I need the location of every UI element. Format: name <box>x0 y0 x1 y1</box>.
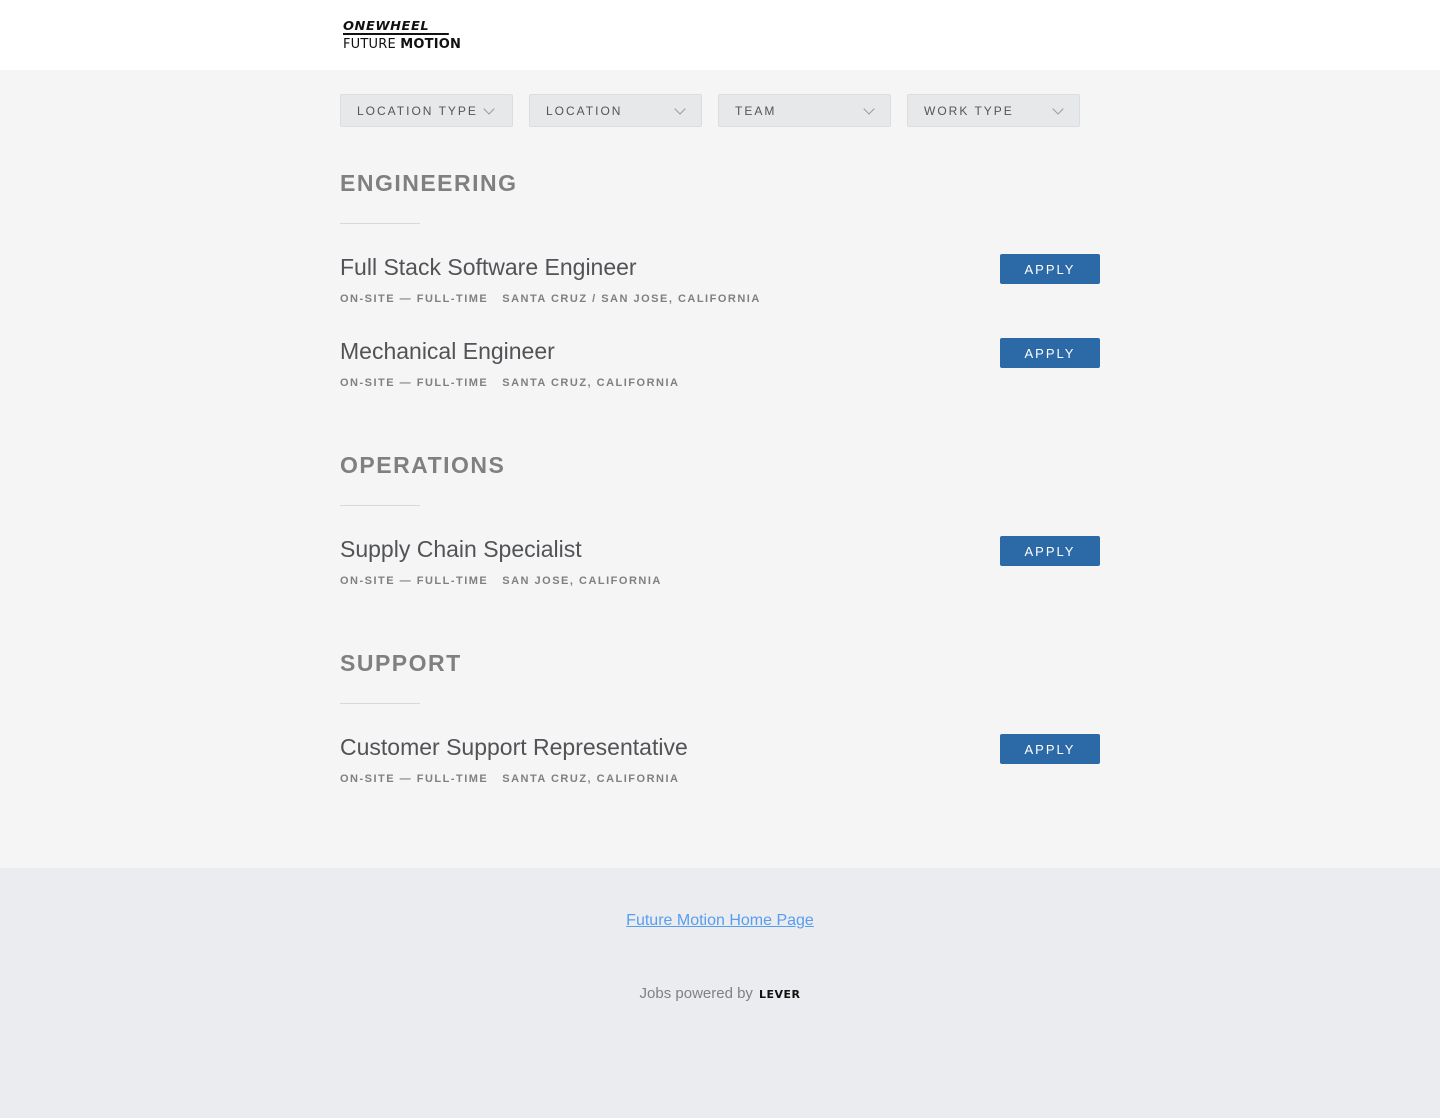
home-link-wrapper: Future Motion Home Page <box>0 912 1440 930</box>
filter-bar: LOCATION TYPE LOCATION TEAM WORK TYPE <box>340 94 1080 127</box>
posting: Mechanical Engineer ON-SITE — FULL-TIME S… <box>340 338 1100 422</box>
lever-logo[interactable]: LEVER <box>759 988 801 1001</box>
postings-content: LOCATION TYPE LOCATION TEAM WORK TYPE EN… <box>0 70 1440 868</box>
logo-wordmark: ONEWHEEL <box>343 20 449 35</box>
posting-title[interactable]: Customer Support Representative <box>340 734 688 761</box>
filter-label: LOCATION <box>546 103 623 118</box>
posting-meta: ON-SITE — FULL-TIME SANTA CRUZ, CALIFORNI… <box>340 377 679 389</box>
posting: Customer Support Representative ON-SITE … <box>340 734 1100 818</box>
posting-commitment: ON-SITE — FULL-TIME <box>340 773 489 785</box>
logo-subtitle: FUTURE MOTION <box>343 37 462 52</box>
group-title: ENGINEERING <box>340 170 518 196</box>
posting-location: SANTA CRUZ, CALIFORNIA <box>502 377 680 389</box>
posting-meta: ON-SITE — FULL-TIME SAN JOSE, CALIFORNIA <box>340 575 662 587</box>
filter-label: LOCATION TYPE <box>357 103 478 118</box>
apply-button[interactable]: APPLY <box>1000 338 1100 368</box>
posting-location: SANTA CRUZ / SAN JOSE, CALIFORNIA <box>502 293 761 305</box>
posting: Full Stack Software Engineer ON-SITE — F… <box>340 254 1100 338</box>
page-footer: Future Motion Home Page Jobs powered by L… <box>0 868 1440 1118</box>
posting: Supply Chain Specialist ON-SITE — FULL-T… <box>340 536 1100 620</box>
posting-commitment: ON-SITE — FULL-TIME <box>340 293 489 305</box>
group-title: OPERATIONS <box>340 452 506 478</box>
group-engineering: ENGINEERING Full Stack Software Engineer… <box>340 170 1100 422</box>
posting-meta: ON-SITE — FULL-TIME SANTA CRUZ / SAN JOSE… <box>340 293 761 305</box>
apply-button[interactable]: APPLY <box>1000 536 1100 566</box>
posting-commitment: ON-SITE — FULL-TIME <box>340 377 489 389</box>
page-header: ONEWHEEL FUTURE MOTION <box>0 0 1440 70</box>
chevron-down-icon <box>1052 103 1064 115</box>
posting-location: SAN JOSE, CALIFORNIA <box>502 575 662 587</box>
group-support: SUPPORT Customer Support Representative … <box>340 650 1100 818</box>
apply-button[interactable]: APPLY <box>1000 254 1100 284</box>
powered-by: Jobs powered by LEVER <box>0 985 1440 1002</box>
posting-title[interactable]: Full Stack Software Engineer <box>340 254 637 281</box>
filter-label: TEAM <box>735 103 777 118</box>
onewheel-future-motion-logo[interactable]: ONEWHEEL FUTURE MOTION <box>343 20 461 51</box>
filter-label: WORK TYPE <box>924 103 1014 118</box>
posting-title[interactable]: Supply Chain Specialist <box>340 536 582 563</box>
group-title: SUPPORT <box>340 650 462 676</box>
chevron-down-icon <box>674 103 686 115</box>
filter-location-type[interactable]: LOCATION TYPE <box>340 94 513 127</box>
chevron-down-icon <box>863 103 875 115</box>
filter-team[interactable]: TEAM <box>718 94 891 127</box>
posting-meta: ON-SITE — FULL-TIME SANTA CRUZ, CALIFORNI… <box>340 773 679 785</box>
apply-button[interactable]: APPLY <box>1000 734 1100 764</box>
posting-title[interactable]: Mechanical Engineer <box>340 338 555 365</box>
posting-commitment: ON-SITE — FULL-TIME <box>340 575 489 587</box>
chevron-down-icon <box>483 103 495 115</box>
filter-location[interactable]: LOCATION <box>529 94 702 127</box>
posting-location: SANTA CRUZ, CALIFORNIA <box>502 773 680 785</box>
group-operations: OPERATIONS Supply Chain Specialist ON-SI… <box>340 452 1100 620</box>
filter-work-type[interactable]: WORK TYPE <box>907 94 1080 127</box>
future-motion-home-link[interactable]: Future Motion Home Page <box>626 912 814 929</box>
powered-by-text: Jobs powered by <box>639 985 753 1002</box>
